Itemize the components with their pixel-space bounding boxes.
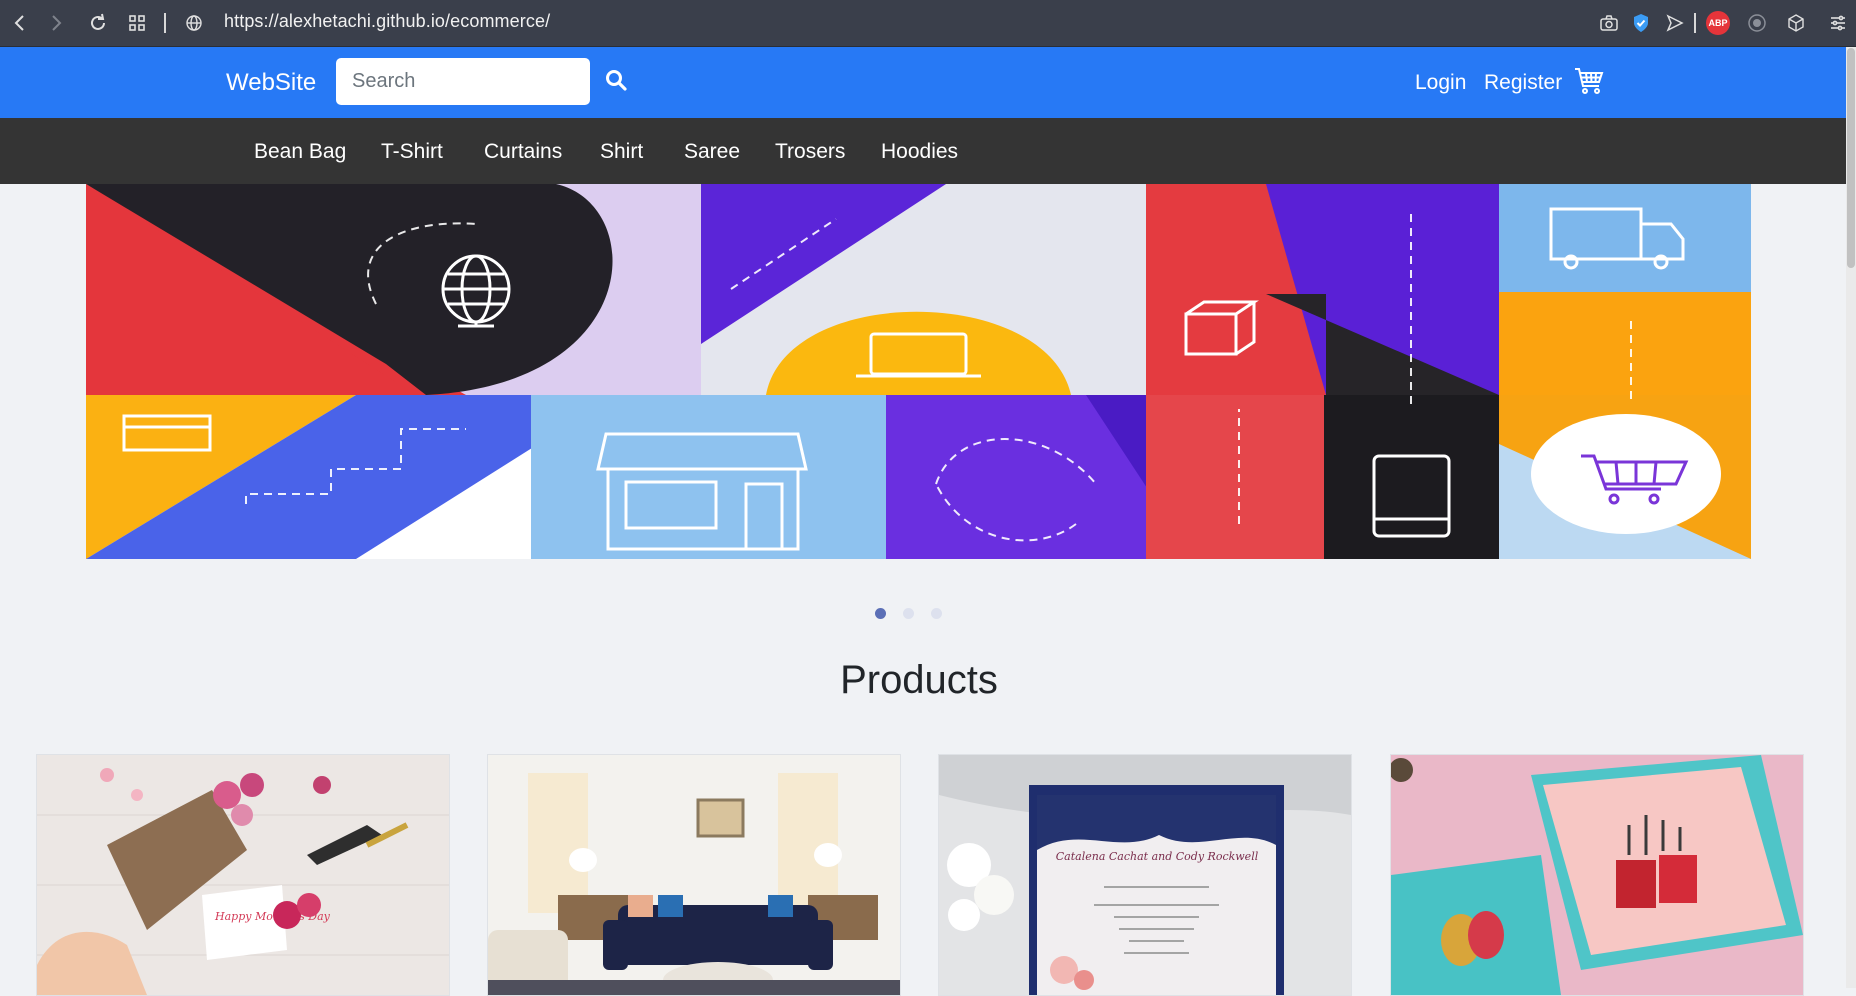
login-link[interactable]: Login [1415,71,1466,95]
card-3-text: Catalena Cachat and Cody Rockwell [1056,850,1259,863]
site-header: WebSite Login Register [0,47,1846,118]
brand-logo[interactable]: WebSite [226,69,316,97]
product-card-3[interactable]: Catalena Cachat and Cody Rockwell [938,754,1352,996]
camera-icon[interactable] [1596,10,1622,36]
wedding-invitation-image: Catalena Cachat and Cody Rockwell [939,755,1351,995]
mothers-day-flowers-image: Happy Mother's Day [37,755,449,995]
carousel-dot-1[interactable] [875,608,886,619]
birthday-card-image [1391,755,1803,995]
send-icon[interactable] [1662,10,1688,36]
category-shirt[interactable]: Shirt [600,140,643,164]
ecommerce-banner-image [86,184,1751,559]
category-saree[interactable]: Saree [684,140,740,164]
hero-carousel[interactable] [86,184,1751,559]
living-room-image [488,755,900,995]
tabs-grid-icon[interactable] [124,10,150,36]
category-curtains[interactable]: Curtains [484,140,562,164]
shield-icon[interactable] [1628,10,1654,36]
category-t-shirt[interactable]: T-Shirt [381,140,443,164]
back-icon[interactable] [6,10,32,36]
search-input[interactable] [336,58,590,105]
category-hoodies[interactable]: Hoodies [881,140,958,164]
forward-icon[interactable] [44,10,70,36]
browser-toolbar: https://alexhetachi.github.io/ecommerce/… [0,0,1856,47]
register-link[interactable]: Register [1484,71,1562,95]
toolbar-separator [164,13,166,33]
address-bar[interactable]: https://alexhetachi.github.io/ecommerce/ [224,11,550,32]
record-icon[interactable] [1744,10,1770,36]
scrollbar-thumb[interactable] [1847,48,1855,268]
category-bean-bag[interactable]: Bean Bag [254,140,346,164]
reload-icon[interactable] [85,10,111,36]
menu-icon[interactable] [1825,10,1851,36]
search-icon[interactable] [604,68,634,98]
carousel-dot-3[interactable] [931,608,942,619]
products-heading: Products [840,658,998,702]
toolbar-separator-2 [1694,13,1696,33]
category-nav: Bean Bag T-Shirt Curtains Shirt Saree Tr… [0,118,1846,184]
carousel-dot-2[interactable] [903,608,914,619]
product-card-4[interactable] [1390,754,1804,996]
product-card-2[interactable] [487,754,901,996]
product-card-1[interactable]: Happy Mother's Day [36,754,450,996]
abp-icon[interactable]: ABP [1706,11,1730,35]
carousel-indicators [0,608,1846,620]
cube-icon[interactable] [1783,10,1809,36]
abp-label: ABP [1708,18,1728,28]
category-trosers[interactable]: Trosers [775,140,845,164]
cart-icon[interactable] [1574,67,1606,99]
globe-icon[interactable] [181,10,207,36]
